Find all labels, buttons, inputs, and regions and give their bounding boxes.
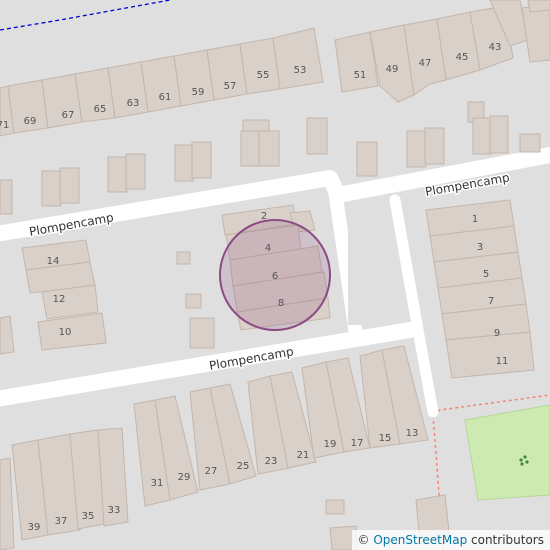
house-number: 7	[488, 296, 494, 307]
copyright-symbol: ©	[357, 533, 370, 547]
house-number: 14	[47, 256, 60, 267]
house-number: 4	[265, 243, 271, 254]
house-number: 45	[456, 52, 469, 63]
house-number: 21	[297, 450, 310, 461]
house-number: 9	[494, 328, 500, 339]
house-number: 6	[272, 271, 278, 282]
house-number: 59	[192, 87, 205, 98]
house-number: 67	[62, 110, 75, 121]
house-number: 53	[294, 65, 307, 76]
house-number: 61	[159, 92, 172, 103]
house-number: 10	[59, 327, 72, 338]
house-number: 1	[472, 214, 478, 225]
house-number: 3	[477, 242, 483, 253]
inner-block	[348, 207, 390, 325]
house-number: 37	[55, 516, 68, 527]
house-number: 39	[28, 522, 41, 533]
house-number: 71	[0, 120, 9, 131]
house-number: 29	[178, 472, 191, 483]
house-number: 43	[489, 42, 502, 53]
house-number: 5	[483, 269, 489, 280]
house-number: 49	[386, 64, 399, 75]
house-number: 13	[406, 428, 419, 439]
house-number: 15	[379, 433, 392, 444]
map-canvas[interactable]: Plompencamp Plompencamp Plompencamp 71 6…	[0, 0, 550, 550]
house-number: 69	[24, 116, 37, 127]
house-number: 11	[496, 356, 509, 367]
attribution-suffix: contributors	[471, 533, 544, 547]
house-number: 51	[354, 70, 367, 81]
house-number: 65	[94, 104, 107, 115]
map-attribution: © OpenStreetMap contributors	[351, 530, 550, 550]
house-number: 33	[108, 505, 121, 516]
openstreetmap-link[interactable]: OpenStreetMap	[373, 533, 467, 547]
house-number: 31	[151, 478, 164, 489]
house-number: 19	[324, 439, 337, 450]
house-number: 35	[82, 511, 95, 522]
house-number: 23	[265, 456, 278, 467]
house-number: 57	[224, 81, 237, 92]
house-number: 47	[419, 58, 432, 69]
house-number: 55	[257, 70, 270, 81]
house-number: 25	[237, 461, 250, 472]
house-number: 8	[278, 298, 284, 309]
house-number: 12	[53, 294, 66, 305]
house-number: 17	[351, 438, 364, 449]
house-number: 63	[127, 98, 140, 109]
park-area	[464, 404, 550, 501]
house-number: 27	[205, 466, 218, 477]
house-number: 2	[261, 211, 267, 222]
